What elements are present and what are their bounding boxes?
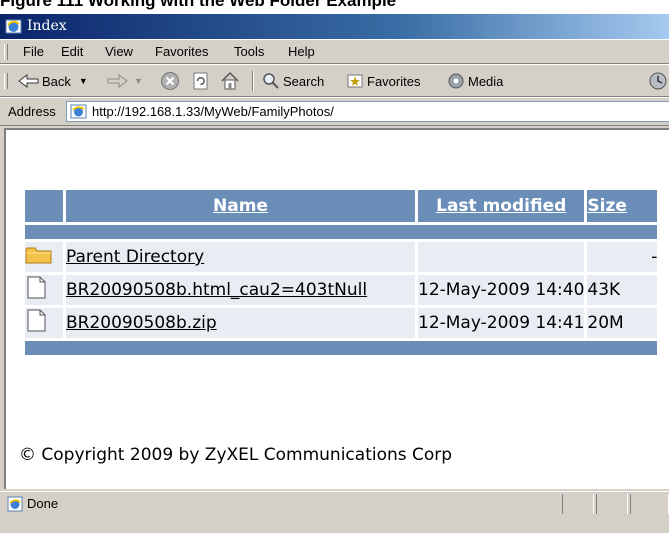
stop-button[interactable] xyxy=(160,71,180,91)
toolbar-grip[interactable] xyxy=(4,73,8,89)
menu-tools[interactable]: Tools xyxy=(234,44,264,59)
name-cell: BR20090508b.zip xyxy=(66,308,415,338)
search-button[interactable]: Search xyxy=(262,71,324,91)
page-content: Name Last modified Size Parent Directory… xyxy=(4,128,669,489)
address-bar: Address http://192.168.1.33/MyWeb/Family… xyxy=(0,97,669,126)
browser-window: Index File Edit View Favorites Tools Hel… xyxy=(0,14,669,533)
page-done-icon xyxy=(7,496,23,512)
row-icon-cell xyxy=(25,242,63,272)
menu-edit[interactable]: Edit xyxy=(61,44,83,59)
divider-bar xyxy=(25,341,658,355)
modified-cell: 12-May-2009 14:41 xyxy=(418,308,585,338)
media-label: Media xyxy=(468,73,504,89)
menubar-grip[interactable] xyxy=(4,44,8,60)
header-name[interactable]: Name xyxy=(66,190,415,222)
page-icon xyxy=(70,104,87,119)
window-title: Index xyxy=(27,18,67,34)
title-bar[interactable]: Index xyxy=(0,14,669,39)
ie-icon xyxy=(5,19,22,34)
refresh-icon xyxy=(193,72,208,90)
header-divider xyxy=(25,225,658,239)
menu-file[interactable]: File xyxy=(23,44,44,59)
search-label: Search xyxy=(283,73,325,89)
back-arrow-icon xyxy=(18,74,39,88)
forward-arrow-icon xyxy=(107,74,128,88)
name-cell: BR20090508b.html_cau2=403tNull xyxy=(66,275,415,305)
file-link[interactable]: BR20090508b.html_cau2=403tNull xyxy=(66,280,367,300)
size-cell: 20M xyxy=(587,308,658,338)
stop-icon xyxy=(161,72,179,90)
menu-help[interactable]: Help xyxy=(288,44,315,59)
table-row: Parent Directory - xyxy=(25,242,658,272)
media-button[interactable]: Media xyxy=(446,71,503,91)
address-label: Address xyxy=(8,104,56,119)
back-dropdown-icon[interactable]: ▼ xyxy=(79,76,88,86)
status-pane xyxy=(630,494,669,514)
forward-button[interactable]: ▼ xyxy=(106,71,143,91)
media-icon xyxy=(448,73,464,89)
toolbar-separator xyxy=(252,71,254,91)
history-icon xyxy=(649,72,667,90)
figure-caption: Figure 111 Working with the Web Folder E… xyxy=(0,0,669,14)
search-icon xyxy=(263,73,279,89)
folder-icon xyxy=(25,247,52,263)
divider-bar xyxy=(25,225,658,239)
menu-view[interactable]: View xyxy=(105,44,133,59)
favorites-icon xyxy=(347,74,363,88)
size-cell: 43K xyxy=(587,275,658,305)
back-label: Back xyxy=(42,73,71,89)
back-button[interactable]: Back ▼ xyxy=(18,71,88,91)
home-icon xyxy=(221,71,239,90)
header-last-modified[interactable]: Last modified xyxy=(418,190,585,222)
status-pane xyxy=(562,494,594,514)
menu-favorites[interactable]: Favorites xyxy=(155,44,208,59)
copyright-text: © Copyright 2009 by ZyXEL Communications… xyxy=(19,445,453,465)
modified-cell xyxy=(418,242,585,272)
history-button[interactable] xyxy=(648,71,668,91)
size-cell: - xyxy=(587,242,658,272)
address-input[interactable]: http://192.168.1.33/MyWeb/FamilyPhotos/ xyxy=(66,101,669,122)
footer-divider xyxy=(25,341,658,355)
header-row: Name Last modified Size xyxy=(25,190,658,222)
table-row: BR20090508b.html_cau2=403tNull 12-May-20… xyxy=(25,275,658,305)
menu-bar: File Edit View Favorites Tools Help xyxy=(0,39,669,64)
header-size[interactable]: Size xyxy=(587,190,658,222)
address-url: http://192.168.1.33/MyWeb/FamilyPhotos/ xyxy=(92,104,334,119)
caption-text: Figure 111 Working with the Web Folder E… xyxy=(0,0,397,10)
favorites-label: Favorites xyxy=(367,73,421,89)
header-icon-cell xyxy=(25,190,63,222)
status-bar: Done xyxy=(0,491,669,533)
file-link[interactable]: BR20090508b.zip xyxy=(66,313,217,333)
status-text: Done xyxy=(27,496,59,511)
file-icon xyxy=(27,309,46,331)
name-cell: Parent Directory xyxy=(66,242,415,272)
file-icon xyxy=(27,276,46,298)
modified-cell: 12-May-2009 14:40 xyxy=(418,275,585,305)
status-pane xyxy=(596,494,628,514)
file-link[interactable]: Parent Directory xyxy=(66,247,204,267)
table-row: BR20090508b.zip 12-May-2009 14:41 20M xyxy=(25,308,658,338)
row-icon-cell xyxy=(25,308,63,338)
toolbar: Back ▼ ▼ Search Favorites Media xyxy=(0,64,669,97)
refresh-button[interactable] xyxy=(191,71,211,91)
forward-dropdown-icon[interactable]: ▼ xyxy=(134,76,143,86)
home-button[interactable] xyxy=(220,71,240,91)
favorites-button[interactable]: Favorites xyxy=(346,71,420,91)
row-icon-cell xyxy=(25,275,63,305)
directory-listing: Name Last modified Size Parent Directory… xyxy=(22,187,660,358)
